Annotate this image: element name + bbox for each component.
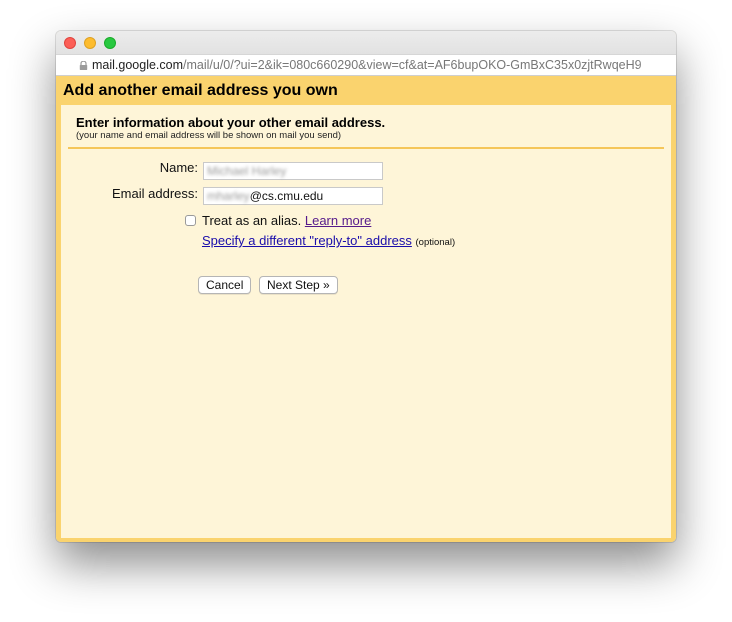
close-window-button[interactable] bbox=[64, 37, 76, 49]
lock-icon bbox=[79, 61, 88, 70]
alias-row: Treat as an alias. Learn more bbox=[202, 213, 371, 228]
dialog-content: Enter information about your other email… bbox=[61, 105, 671, 538]
url-path: /mail/u/0/?ui=2&ik=080c660290&view=cf&at… bbox=[183, 58, 642, 72]
cancel-button[interactable]: Cancel bbox=[198, 276, 252, 294]
reply-to-row: Specify a different "reply-to" address (… bbox=[202, 233, 455, 248]
alias-checkbox[interactable] bbox=[185, 215, 196, 226]
name-field[interactable]: Michael Harley bbox=[203, 162, 383, 180]
minimize-window-button[interactable] bbox=[84, 37, 96, 49]
address-bar[interactable]: mail.google.com/mail/u/0/?ui=2&ik=080c66… bbox=[56, 54, 676, 76]
divider bbox=[68, 147, 664, 149]
dialog-title: Add another email address you own bbox=[63, 82, 338, 99]
learn-more-link[interactable]: Learn more bbox=[305, 213, 371, 228]
optional-label: (optional) bbox=[415, 237, 456, 248]
section-title: Enter information about your other email… bbox=[76, 115, 386, 130]
next-step-button[interactable]: Next Step » bbox=[259, 276, 338, 294]
url-text[interactable]: mail.google.com/mail/u/0/?ui=2&ik=080c66… bbox=[92, 58, 642, 72]
email-label: Email address: bbox=[112, 186, 198, 201]
browser-window: mail.google.com/mail/u/0/?ui=2&ik=080c66… bbox=[56, 31, 676, 542]
name-label: Name: bbox=[159, 160, 198, 175]
name-value: Michael Harley bbox=[207, 164, 287, 178]
section-subtitle: (your name and email address will be sho… bbox=[76, 130, 342, 141]
url-fade bbox=[636, 55, 676, 75]
title-bar bbox=[56, 31, 676, 54]
url-host: mail.google.com bbox=[92, 58, 184, 72]
alias-label: Treat as an alias. bbox=[202, 213, 302, 228]
email-field[interactable]: mharley@cs.cmu.edu bbox=[203, 187, 383, 205]
email-value-prefix: mharley bbox=[207, 189, 250, 203]
reply-to-link[interactable]: Specify a different "reply-to" address bbox=[202, 233, 412, 248]
email-value-domain: @cs.cmu.edu bbox=[249, 189, 324, 203]
dialog-header: Add another email address you own bbox=[56, 76, 676, 105]
zoom-window-button[interactable] bbox=[104, 37, 116, 49]
